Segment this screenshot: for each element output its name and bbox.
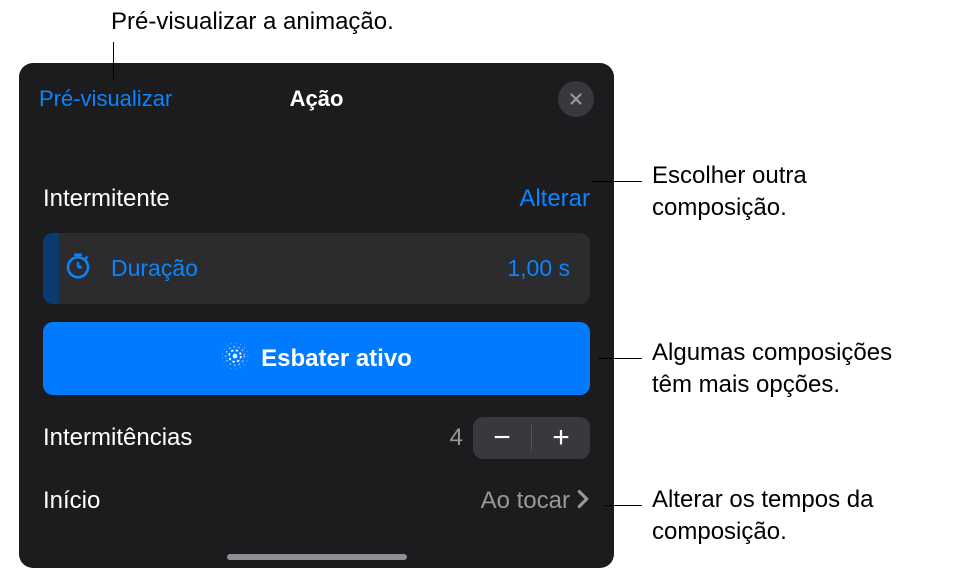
close-button[interactable] (558, 81, 594, 117)
duration-slider[interactable]: Duração 1,00 s (43, 233, 590, 304)
timer-icon (63, 251, 93, 286)
panel-body: Intermitente Alterar Duração 1,00 s (19, 185, 614, 515)
callout-timing: Alterar os tempos da composição. (652, 484, 873, 549)
effect-name: Intermitente (43, 185, 170, 213)
repeats-controls: 4 − + (450, 417, 590, 459)
effect-header-row: Intermitente Alterar (43, 185, 590, 213)
panel-header: Pré-visualizar Ação (19, 63, 614, 137)
action-panel: Pré-visualizar Ação Intermitente Alterar (19, 63, 614, 568)
duration-label: Duração (111, 255, 507, 282)
callout-line (605, 505, 642, 506)
blur-icon (221, 342, 249, 375)
start-value-button[interactable]: Ao tocar (481, 487, 590, 515)
callout-line (598, 358, 642, 359)
repeats-stepper: − + (473, 417, 590, 459)
change-button[interactable]: Alterar (519, 185, 590, 213)
repeats-row: Intermitências 4 − + (43, 417, 590, 459)
repeats-value: 4 (450, 424, 463, 452)
panel-title: Ação (290, 86, 344, 112)
chevron-right-icon (576, 489, 590, 514)
stepper-minus-button[interactable]: − (473, 417, 531, 459)
callout-line (592, 181, 642, 182)
duration-fill (43, 233, 59, 304)
start-row[interactable]: Início Ao tocar (43, 487, 590, 515)
callout-change: Escolher outra composição. (652, 160, 807, 225)
duration-value: 1,00 s (507, 255, 570, 282)
callout-preview: Pré-visualizar a animação. (111, 6, 394, 38)
stepper-plus-button[interactable]: + (532, 417, 590, 459)
close-icon (567, 90, 585, 108)
start-label: Início (43, 487, 100, 515)
callout-line (113, 42, 114, 79)
blur-button[interactable]: Esbater ativo (43, 322, 590, 395)
callout-options: Algumas composições têm mais opções. (652, 337, 892, 402)
start-value: Ao tocar (481, 487, 570, 515)
repeats-label: Intermitências (43, 424, 192, 452)
blur-label: Esbater ativo (261, 345, 412, 373)
home-indicator[interactable] (227, 554, 407, 560)
preview-button[interactable]: Pré-visualizar (39, 86, 172, 112)
